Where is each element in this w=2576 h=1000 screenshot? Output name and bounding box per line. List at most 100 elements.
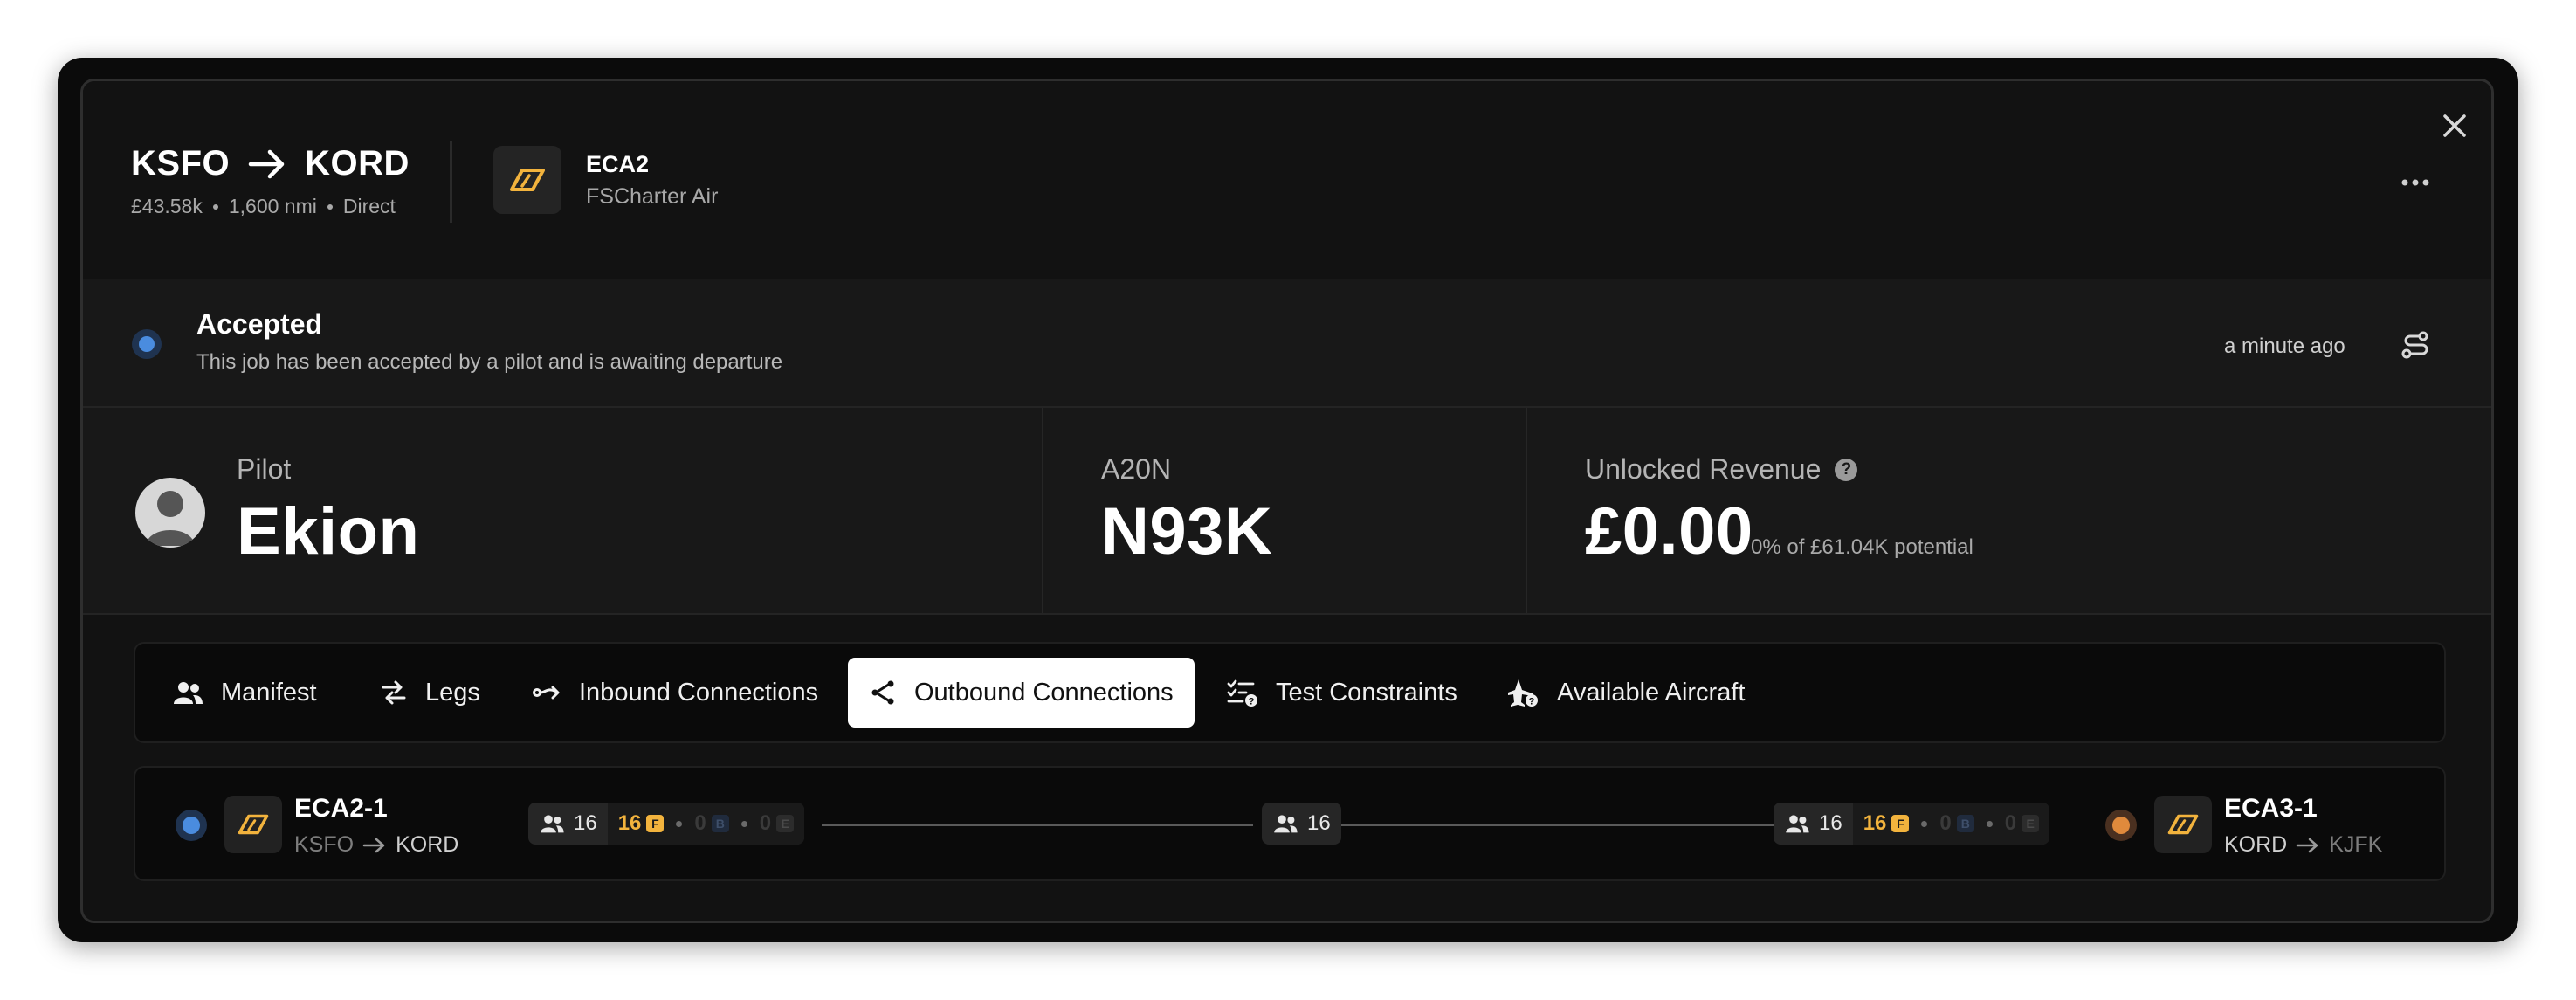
tab-label: Test Constraints	[1276, 678, 1457, 707]
route-icon	[2401, 331, 2428, 359]
more-horizontal-icon	[2401, 179, 2429, 186]
tab-inbound-connections[interactable]: Inbound Connections	[511, 658, 839, 728]
help-icon[interactable]: ?	[1835, 458, 1858, 481]
aircraft-type: A20N	[1101, 453, 1172, 485]
connection-line	[822, 824, 1253, 826]
tab-label: Legs	[425, 678, 480, 707]
job-tabs: Manifest Legs Inbound Connections Outbou…	[134, 642, 2446, 743]
first-class-count: 16 F	[1863, 811, 1910, 836]
tab-label: Outbound Connections	[914, 678, 1174, 707]
route-history-button[interactable]	[2393, 322, 2438, 368]
class-breakdown: 16 F 0B 0E	[607, 803, 805, 845]
aircraft-stat: A20N N93K	[1043, 408, 1527, 613]
status-indicator	[132, 329, 162, 359]
users-icon	[1786, 815, 1809, 833]
job-details-modal: KSFO KORD £43.58k 1,600 nmi Direct ECA2 …	[80, 79, 2494, 923]
pilot-label: Pilot	[237, 453, 292, 485]
share-icon	[871, 680, 894, 705]
separator-dot	[1986, 820, 1993, 827]
connection-line	[1339, 824, 1774, 826]
right-job-code[interactable]: ECA3-1	[2224, 794, 2318, 824]
separator-dot	[1921, 820, 1928, 827]
left-destination: KORD	[396, 832, 459, 857]
arrow-right-icon	[362, 838, 385, 852]
close-icon	[2443, 114, 2466, 137]
separator-dot	[212, 203, 218, 210]
pax-value: 16	[1819, 811, 1842, 835]
first-class-count: 16 F	[618, 811, 665, 836]
tab-test-constraints[interactable]: ? Test Constraints	[1206, 658, 1478, 728]
users-icon	[174, 682, 203, 704]
left-status-indicator	[176, 810, 207, 841]
status-title: Accepted	[196, 308, 323, 340]
pilot-stat: Pilot Ekion	[83, 408, 1043, 613]
revenue-label: Unlocked Revenue	[1585, 453, 1822, 485]
job-distance: 1,600 nmi	[228, 195, 317, 217]
job-stats: Pilot Ekion A20N N93K Unlocked Revenue ?…	[83, 408, 2491, 615]
svg-text:?: ?	[1249, 697, 1255, 707]
tab-label: Inbound Connections	[579, 678, 819, 707]
plane-help-icon: ?	[1508, 679, 1538, 707]
status-description: This job has been accepted by a pilot an…	[196, 350, 783, 374]
revenue-label-row: Unlocked Revenue ?	[1585, 453, 1858, 486]
left-job-code[interactable]: ECA2-1	[294, 794, 388, 824]
business-class-count: 0B	[694, 811, 729, 836]
airline-code: ECA2	[586, 151, 650, 177]
job-status-bar: Accepted This job has been accepted by a…	[83, 279, 2491, 408]
airline-logo-icon	[2154, 796, 2212, 853]
right-origin: KORD	[2224, 832, 2288, 857]
close-button[interactable]	[2435, 106, 2475, 146]
pax-count: 16	[1774, 803, 1853, 845]
business-class-count: 0B	[1939, 811, 1974, 836]
class-breakdown: 16 F 0B 0E	[1852, 803, 2050, 845]
economy-class-count: 0E	[2005, 811, 2040, 836]
pax-value: 16	[1307, 811, 1331, 835]
more-options-button[interactable]	[2393, 160, 2438, 205]
tab-label: Manifest	[221, 678, 317, 707]
status-timestamp: a minute ago	[2224, 334, 2345, 358]
separator-dot	[740, 820, 747, 827]
left-job-route: KSFO KORD	[294, 832, 458, 858]
pax-count: 16	[1262, 803, 1341, 845]
airline-logo-icon	[493, 146, 561, 214]
job-routing: Direct	[342, 195, 396, 217]
arrow-right-icon	[248, 149, 285, 178]
tab-outbound-connections[interactable]: Outbound Connections	[848, 658, 1195, 728]
left-origin: KSFO	[294, 832, 355, 857]
aircraft-registration[interactable]: N93K	[1101, 493, 1272, 569]
pax-count: 16	[528, 803, 608, 845]
right-status-indicator	[2105, 810, 2137, 841]
inbound-icon	[533, 686, 560, 700]
right-passenger-pill: 16 16 F 0B 0E	[1774, 803, 2050, 845]
economy-class-count: 0E	[760, 811, 795, 836]
svg-text:?: ?	[1529, 697, 1535, 707]
tab-label: Available Aircraft	[1557, 678, 1746, 707]
header-divider	[450, 141, 452, 223]
user-avatar-icon	[146, 491, 195, 546]
left-passenger-pill: 16 16 F 0B 0E	[528, 803, 805, 845]
outbound-connection-row[interactable]: ECA2-1 KSFO KORD 16 16 F 0B 0E 16 16 16 …	[134, 766, 2446, 881]
revenue-value: £0.00	[1585, 494, 1753, 569]
pilot-avatar	[135, 478, 205, 548]
users-icon	[1274, 815, 1298, 833]
airline-name: FSCharter Air	[586, 184, 719, 209]
revenue-stat: Unlocked Revenue ? £0.00 0% of £61.04K p…	[1527, 408, 2491, 613]
users-icon	[541, 815, 564, 833]
revenue-potential: 0% of £61.04K potential	[1751, 535, 1973, 559]
checklist-help-icon: ?	[1227, 679, 1257, 707]
separator-dot	[327, 203, 333, 210]
job-value: £43.58k	[131, 195, 203, 217]
job-route-title: KSFO KORD	[131, 144, 410, 183]
legs-icon	[382, 680, 406, 705]
destination-code: KORD	[305, 144, 410, 183]
connecting-passenger-pill: 16	[1262, 803, 1341, 845]
airline-logo-icon	[224, 796, 282, 853]
right-job-route: KORD KJFK	[2224, 832, 2382, 858]
tab-legs[interactable]: Legs	[359, 658, 501, 728]
pilot-name[interactable]: Ekion	[237, 493, 419, 569]
arrow-right-icon	[2296, 838, 2318, 852]
origin-code: KSFO	[131, 144, 231, 183]
separator-dot	[676, 820, 683, 827]
tab-available-aircraft[interactable]: ? Available Aircraft	[1485, 658, 1766, 728]
tab-manifest[interactable]: Manifest	[151, 658, 338, 728]
